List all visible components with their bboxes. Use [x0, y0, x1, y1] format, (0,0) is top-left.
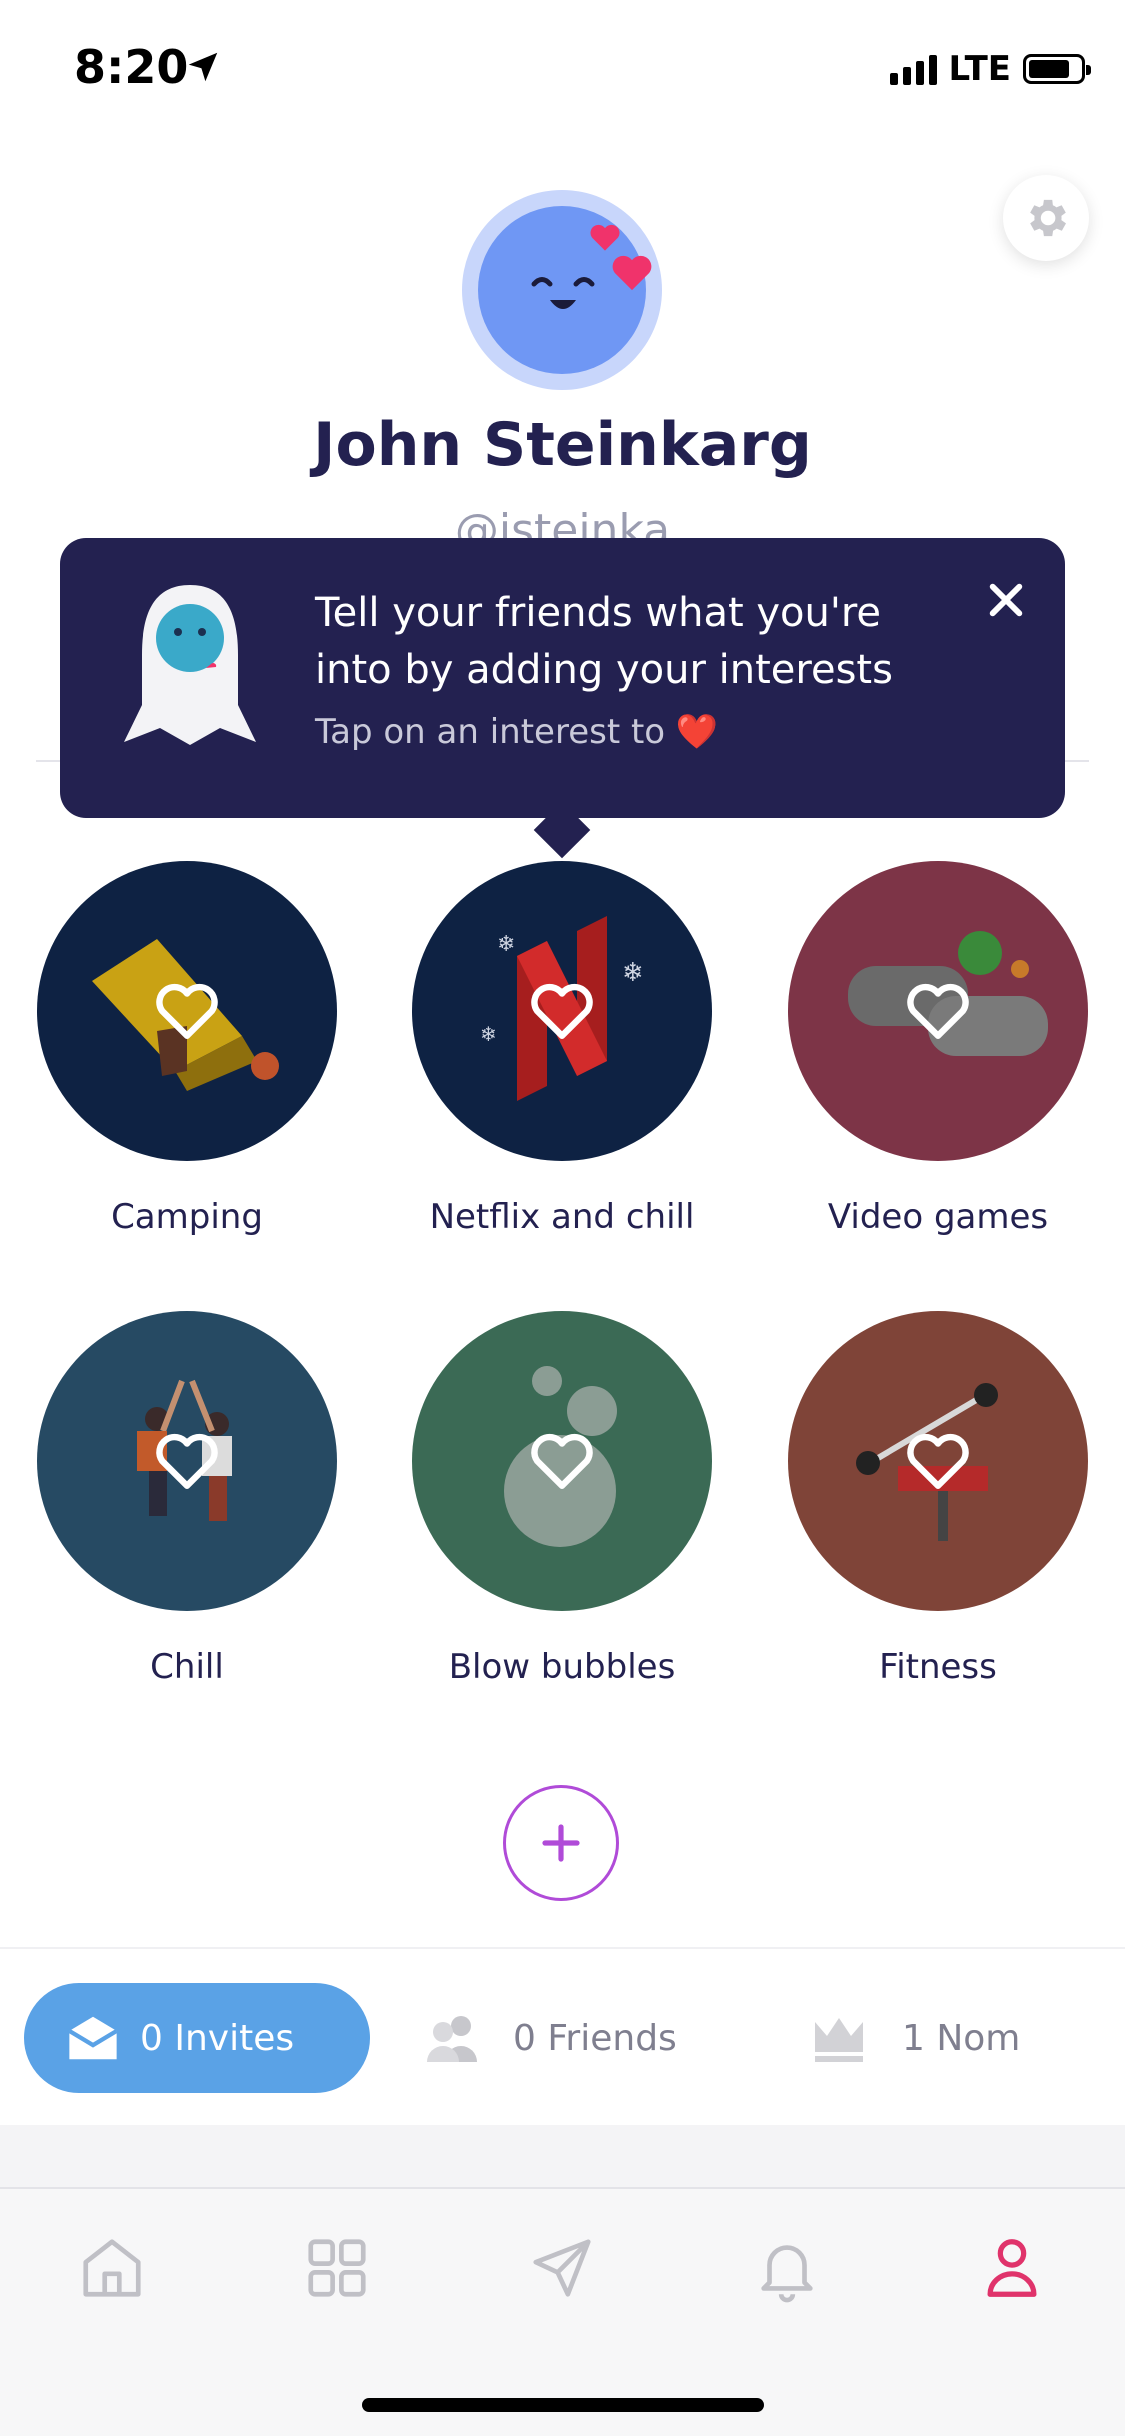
invites-label: 0 Invites	[140, 2017, 295, 2059]
home-indicator	[362, 2398, 764, 2412]
svg-text:❄: ❄	[497, 932, 515, 957]
signal-icon	[889, 53, 937, 85]
interest-label: Camping	[111, 1197, 263, 1237]
close-tooltip-button[interactable]	[978, 572, 1034, 628]
heart-large-icon	[612, 255, 652, 291]
interest-image	[37, 861, 337, 1161]
interest-label: Video games	[827, 1197, 1049, 1237]
tab-home[interactable]	[72, 2228, 152, 2308]
location-arrow-icon	[188, 52, 218, 82]
interest-video-games[interactable]: Video games	[788, 861, 1088, 1237]
interest-label: Netflix and chill	[429, 1197, 695, 1237]
heart-outline-icon	[156, 1433, 218, 1489]
heart-outline-icon	[531, 983, 593, 1039]
stats-divider	[0, 1947, 1125, 1949]
interest-image	[788, 1311, 1088, 1611]
tooltip-subtitle: Tap on an interest to ❤️	[315, 712, 719, 752]
settings-button[interactable]	[1003, 175, 1089, 261]
bell-icon	[761, 2245, 813, 2303]
heart-outline-icon	[907, 1433, 969, 1489]
envelope-open-icon	[68, 2016, 118, 2060]
home-icon	[83, 2239, 141, 2297]
invites-button[interactable]: 0 Invites	[24, 1983, 370, 2093]
plus-icon	[542, 1824, 580, 1862]
svg-text:❄: ❄	[622, 958, 644, 988]
tab-grid[interactable]	[297, 2228, 377, 2308]
svg-text:❄: ❄	[480, 1022, 497, 1046]
interest-fitness[interactable]: Fitness	[788, 1311, 1088, 1687]
stats-footer-spacer	[0, 2125, 1125, 2187]
interest-blow-bubbles[interactable]: Blow bubbles	[412, 1311, 712, 1687]
interest-image	[788, 861, 1088, 1161]
crown-icon	[815, 2018, 863, 2062]
ghost-mascot-icon	[124, 585, 256, 745]
heart-small-icon	[590, 224, 620, 251]
interest-camping[interactable]: Camping	[37, 861, 337, 1237]
network-label: LTE	[948, 49, 1011, 89]
grid-icon	[308, 2239, 366, 2297]
heart-outline-icon	[531, 1433, 593, 1489]
interest-netflix[interactable]: ❄ ❄ ❄ Netflix and chill	[412, 861, 712, 1237]
noms-button[interactable]: 1 Nom	[808, 1983, 1020, 2093]
interest-image	[37, 1311, 337, 1611]
add-interest-button[interactable]	[503, 1785, 619, 1901]
battery-icon	[1023, 54, 1091, 84]
profile-name: John Steinkarg	[313, 410, 812, 480]
heart-outline-icon	[156, 983, 218, 1039]
interest-image	[412, 1311, 712, 1611]
gear-icon	[1030, 199, 1066, 237]
interest-image: ❄ ❄ ❄	[412, 861, 712, 1161]
friends-label: 0 Friends	[513, 2017, 677, 2059]
interest-label: Fitness	[879, 1647, 997, 1687]
friends-icon	[427, 2016, 477, 2062]
interest-label: Blow bubbles	[448, 1647, 676, 1687]
status-time: 8:20	[74, 40, 189, 94]
tooltip-title: Tell your friends what you're into by ad…	[315, 590, 893, 693]
interest-chill[interactable]: Chill	[37, 1311, 337, 1687]
status-indicators: LTE	[889, 44, 1091, 94]
heart-outline-icon	[907, 983, 969, 1039]
profile-icon	[987, 2239, 1037, 2297]
tab-send[interactable]	[522, 2228, 602, 2308]
friends-button[interactable]: 0 Friends	[423, 1983, 677, 2093]
tab-profile[interactable]	[972, 2228, 1052, 2308]
interest-label: Chill	[150, 1647, 224, 1687]
tab-notifications[interactable]	[747, 2228, 827, 2308]
send-icon	[533, 2239, 591, 2297]
close-icon	[989, 583, 1023, 617]
noms-label: 1 Nom	[902, 2017, 1021, 2059]
